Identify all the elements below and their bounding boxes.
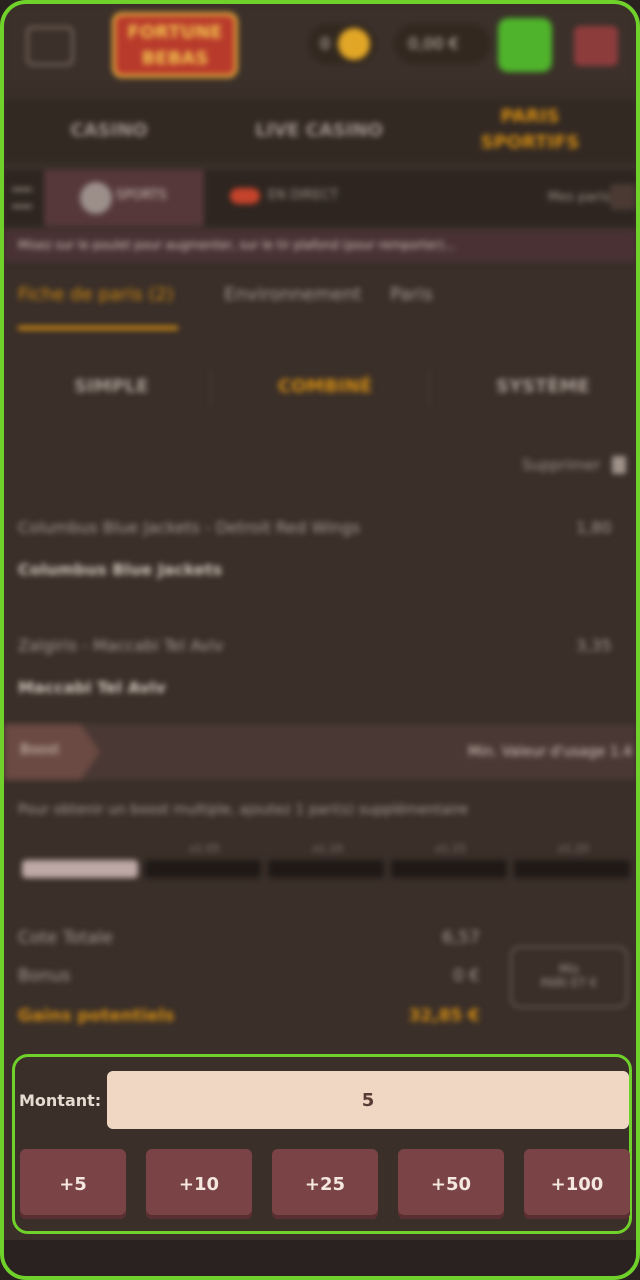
clear-all-link[interactable]: Supprimer xyxy=(522,456,600,474)
total-odds-value: 6,57 xyxy=(442,928,480,948)
boost-segment xyxy=(145,860,261,878)
subtab-live[interactable]: EN DIRECT xyxy=(268,188,338,203)
tab-sports-betting[interactable]: PARIS SPORTIFS xyxy=(424,100,636,162)
brand-logo[interactable]: FORTUNE BEBAS xyxy=(112,12,238,78)
boost-segment xyxy=(514,860,630,878)
quick-stake-25-button[interactable]: +25 xyxy=(272,1149,378,1219)
tab-casino[interactable]: CASINO xyxy=(4,100,214,162)
selection-pick: Columbus Blue Jackets xyxy=(18,560,223,579)
place-bet-button[interactable]: Mis PARI ET € xyxy=(510,946,628,1008)
selection-match: Zalgiris - Maccabi Tel Aviv xyxy=(18,636,224,655)
gift-icon[interactable] xyxy=(574,26,618,66)
boost-segment xyxy=(391,860,507,878)
boost-bar: Boost Min. Valeur d'usage 1.4 xyxy=(4,724,636,780)
app-frame: FORTUNE BEBAS 0 0,00 € CASINO LIVE CASIN… xyxy=(0,0,640,1280)
hamburger-icon[interactable] xyxy=(12,188,32,208)
divider xyxy=(428,370,430,406)
divider xyxy=(210,370,212,406)
selection-odd: 3,35 xyxy=(576,636,612,655)
boost-segment-label: x1.05 xyxy=(189,842,221,855)
main-tabs: CASINO LIVE CASINO PARIS SPORTIFS xyxy=(4,100,636,162)
mode-combo[interactable]: COMBINÉ xyxy=(278,376,372,397)
coin-icon xyxy=(338,28,370,60)
live-icon xyxy=(230,188,260,204)
quick-stake-100-button[interactable]: +100 xyxy=(524,1149,630,1219)
balance-value: 0,00 € xyxy=(408,34,459,53)
stake-input[interactable] xyxy=(107,1071,629,1129)
ball-icon xyxy=(80,182,112,214)
stake-label: Montant: xyxy=(19,1091,102,1110)
place-bet-label: Mis PARI ET € xyxy=(540,962,598,990)
boost-info-text: Pour obtenir un boost multiple, ajoutez … xyxy=(18,802,469,818)
tab-live-casino[interactable]: LIVE CASINO xyxy=(214,100,424,162)
boost-segment xyxy=(268,860,384,878)
quick-stake-50-button[interactable]: +50 xyxy=(398,1149,504,1219)
potential-gain-label: Gains potentiels xyxy=(18,1006,175,1026)
tab-bets[interactable]: Paris xyxy=(390,284,433,305)
my-bets-link[interactable]: Mes paris xyxy=(548,190,610,205)
boost-segment-label: x1.10 xyxy=(312,842,344,855)
quick-stake-10-button[interactable]: +10 xyxy=(146,1149,252,1219)
blurred-background: FORTUNE BEBAS 0 0,00 € CASINO LIVE CASIN… xyxy=(4,4,636,1044)
deposit-button[interactable] xyxy=(498,18,552,72)
quick-stake-5-button[interactable]: +5 xyxy=(20,1149,126,1219)
trash-icon[interactable] xyxy=(612,456,626,474)
boost-min-odds: Min. Valeur d'usage 1.4 xyxy=(468,744,633,760)
coin-counter[interactable]: 0 xyxy=(308,24,376,64)
balance-display[interactable]: 0,00 € xyxy=(394,24,490,64)
selection-match: Columbus Blue Jackets - Detroit Red Wing… xyxy=(18,518,361,537)
mode-single[interactable]: SIMPLE xyxy=(74,376,149,397)
my-bets-count xyxy=(610,184,636,210)
tab-environment[interactable]: Environnement xyxy=(224,284,361,305)
subtab-sports[interactable]: SPORTS xyxy=(44,170,204,226)
info-banner-text: Misez sur le poulet pour augmenter, sur … xyxy=(18,238,456,252)
info-banner: Misez sur le poulet pour augmenter, sur … xyxy=(4,230,636,262)
stake-panel: Montant: +5 +10 +25 +50 +100 xyxy=(12,1054,632,1234)
coin-count: 0 xyxy=(320,34,331,53)
header: FORTUNE BEBAS 0 0,00 € xyxy=(4,4,636,88)
selection-pick: Maccabi Tel Aviv xyxy=(18,678,166,697)
tab-betslip[interactable]: Fiche de paris (2) xyxy=(18,284,174,305)
selection-odd: 1,80 xyxy=(576,518,612,537)
potential-gain-value: 32,85 € xyxy=(408,1006,480,1026)
subtab-sports-label: SPORTS xyxy=(116,188,167,203)
boost-segment-label: x1.15 xyxy=(435,842,467,855)
bonus-value: 0 € xyxy=(452,966,480,986)
total-odds-label: Cote Totale xyxy=(18,928,113,948)
footer-strip xyxy=(4,1240,636,1276)
menu-grid-icon[interactable] xyxy=(26,26,74,66)
active-tab-indicator xyxy=(18,326,178,330)
boost-segment xyxy=(22,860,138,878)
bonus-label: Bonus xyxy=(18,966,71,986)
mode-system[interactable]: SYSTÈME xyxy=(496,376,590,397)
boost-label: Boost xyxy=(20,742,60,758)
boost-segment-label: x1.20 xyxy=(558,842,590,855)
